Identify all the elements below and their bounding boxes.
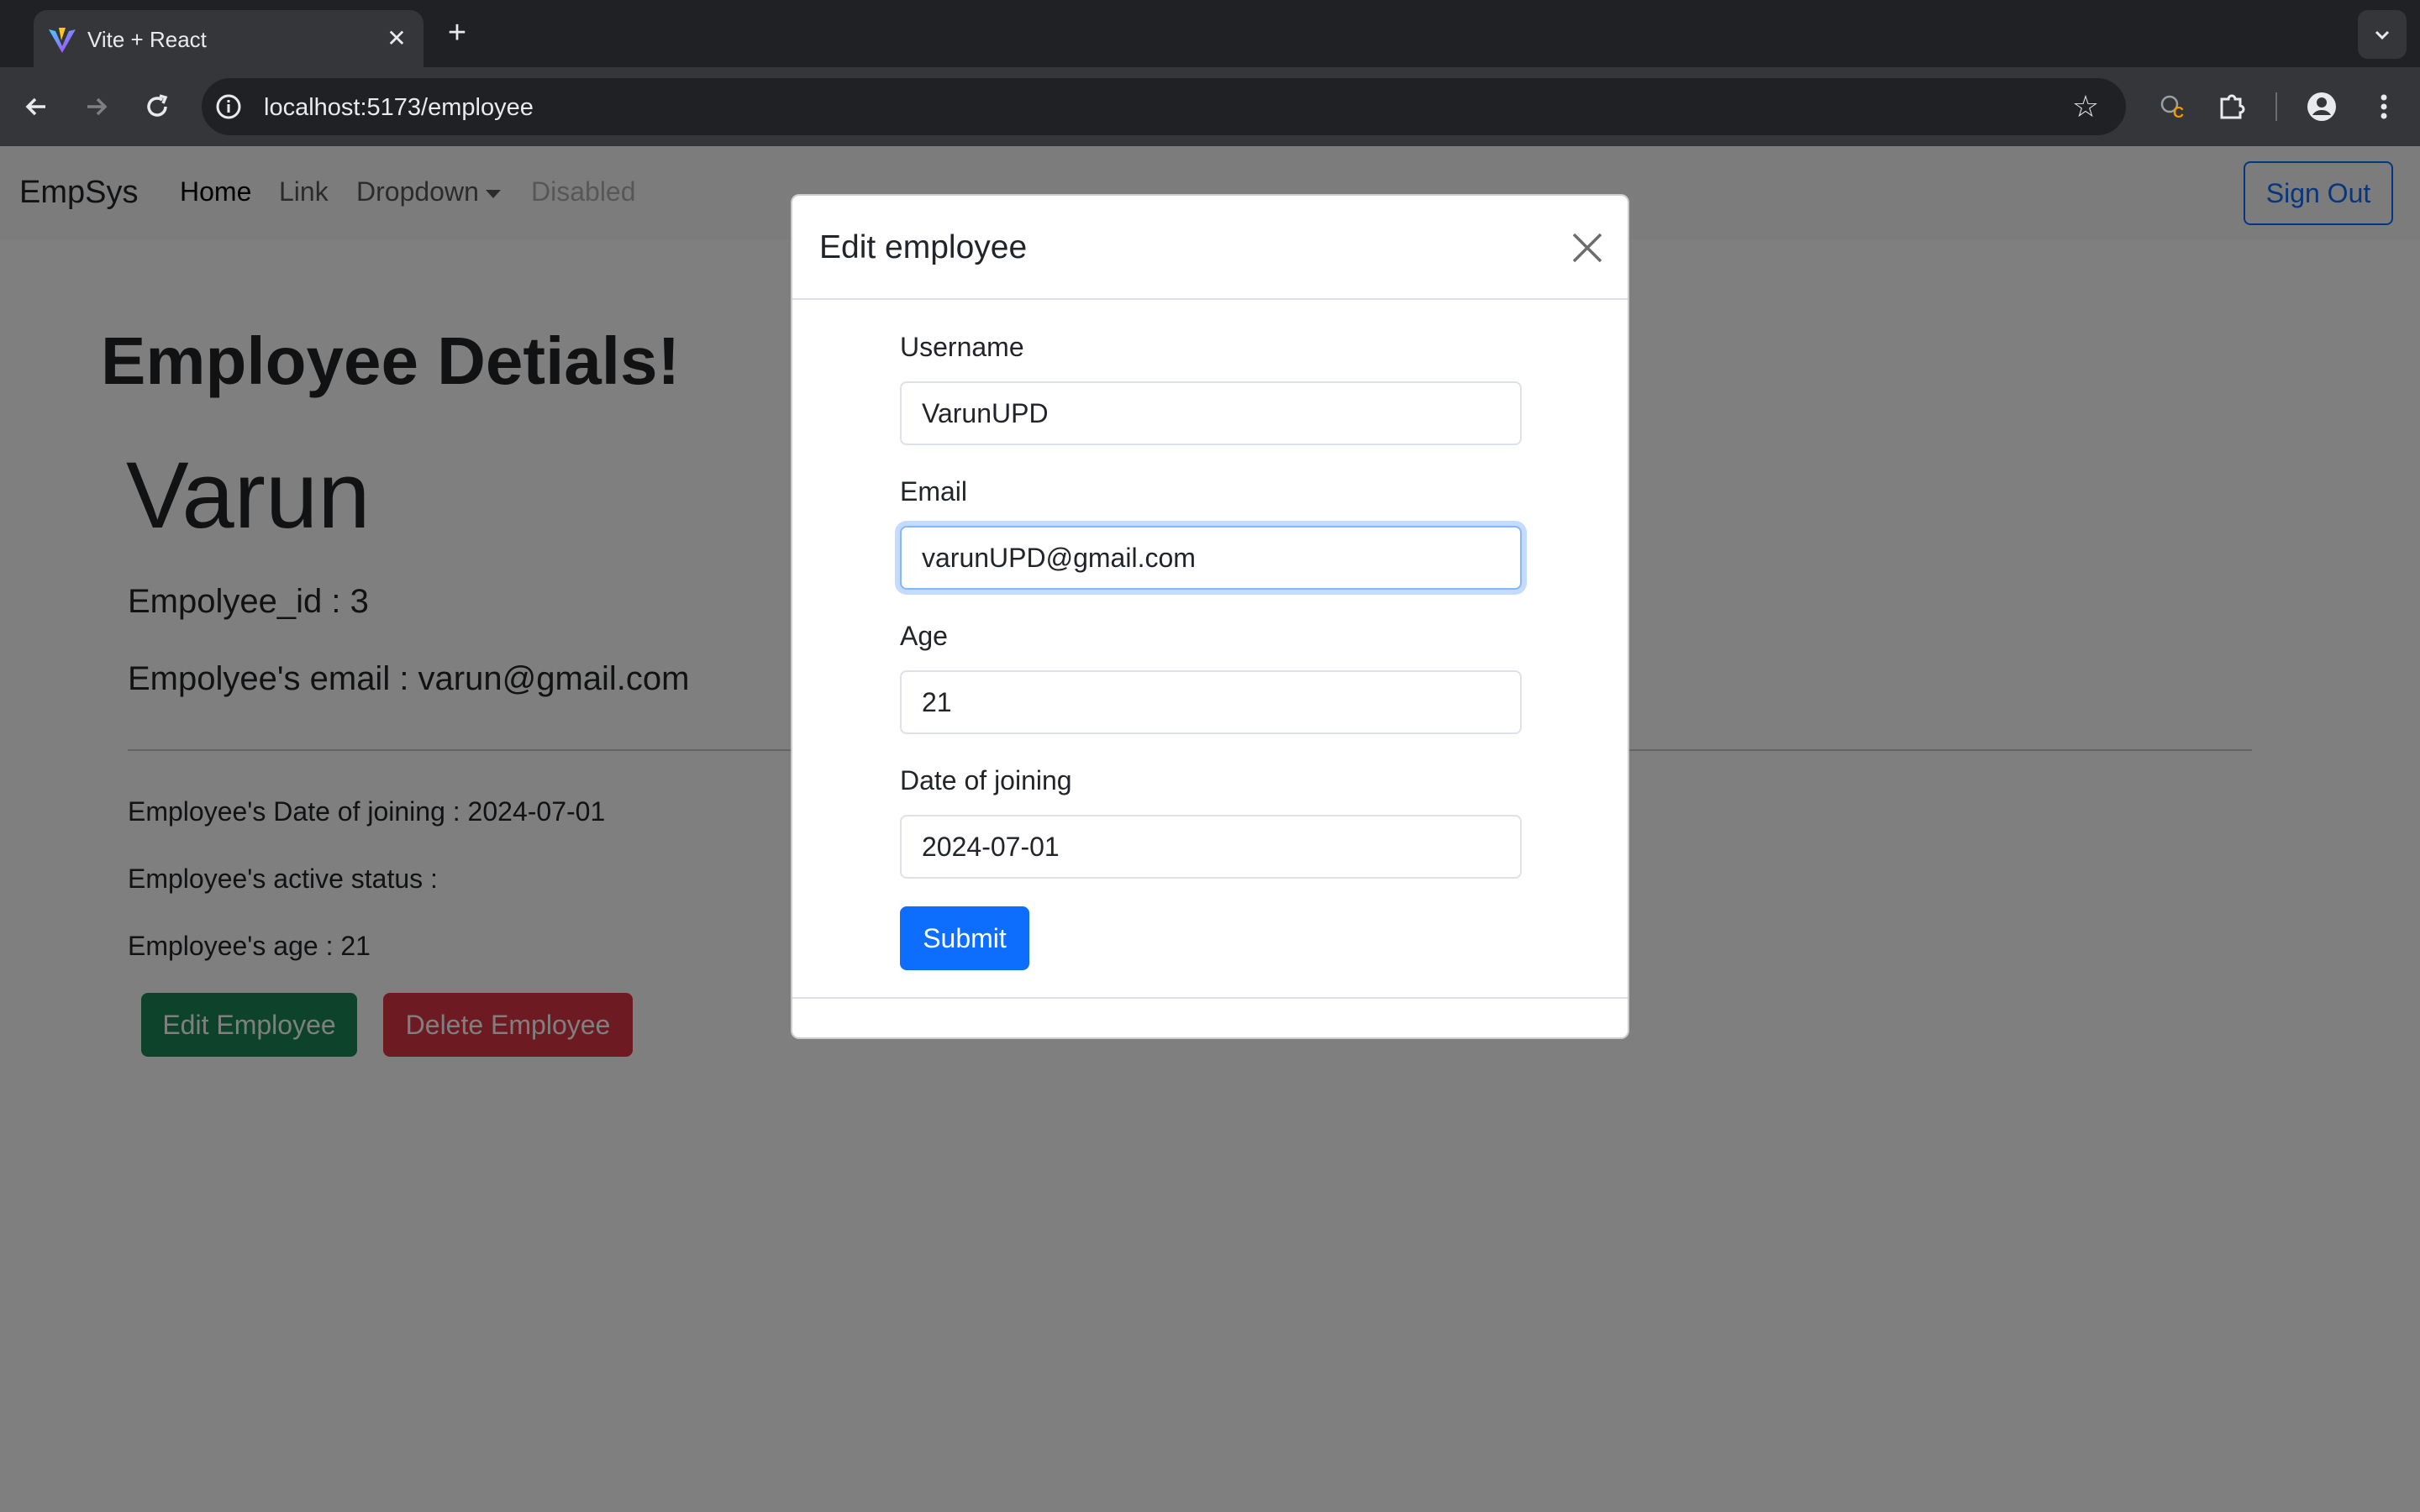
address-bar[interactable]: localhost:5173/employee ☆ xyxy=(202,78,2126,135)
username-input[interactable] xyxy=(900,381,1522,445)
browser-tab[interactable]: Vite + React ✕ xyxy=(34,10,424,67)
reload-icon[interactable] xyxy=(138,87,176,126)
age-input[interactable] xyxy=(900,670,1522,734)
edit-employee-modal: Edit employee Username Email Age Date of… xyxy=(791,194,1629,1039)
age-label: Age xyxy=(900,621,948,651)
plus-icon[interactable]: + xyxy=(440,17,474,50)
forward-icon[interactable] xyxy=(77,87,116,126)
info-icon[interactable] xyxy=(213,92,244,122)
url-text: localhost:5173/employee xyxy=(264,94,534,121)
star-icon[interactable]: ☆ xyxy=(2069,90,2102,123)
puzzle-icon[interactable] xyxy=(2212,86,2254,128)
email-input[interactable] xyxy=(900,526,1522,590)
modal-title: Edit employee xyxy=(819,229,1028,265)
doj-input[interactable] xyxy=(900,815,1522,879)
close-tab-icon[interactable]: ✕ xyxy=(383,25,410,52)
profile-icon[interactable] xyxy=(2301,86,2343,128)
modal-header: Edit employee xyxy=(792,196,1628,300)
submit-button[interactable]: Submit xyxy=(900,906,1029,970)
close-icon[interactable] xyxy=(1570,231,1604,265)
browser-tabstrip: Vite + React ✕ + xyxy=(0,0,2420,67)
browser-toolbar: localhost:5173/employee ☆ C xyxy=(0,67,2420,146)
extension-c-icon[interactable]: C xyxy=(2151,86,2193,128)
modal-footer-divider xyxy=(792,997,1628,999)
back-icon[interactable] xyxy=(17,87,55,126)
toolbar-separator xyxy=(2275,92,2277,121)
username-label: Username xyxy=(900,332,1024,362)
email-label: Email xyxy=(900,476,968,507)
vite-favicon-icon xyxy=(47,25,77,55)
svg-text:C: C xyxy=(2173,104,2184,121)
tab-title: Vite + React xyxy=(87,27,207,52)
doj-label: Date of joining xyxy=(900,765,1072,795)
more-vert-icon[interactable] xyxy=(2363,86,2405,128)
chevron-down-icon[interactable] xyxy=(2358,10,2407,59)
